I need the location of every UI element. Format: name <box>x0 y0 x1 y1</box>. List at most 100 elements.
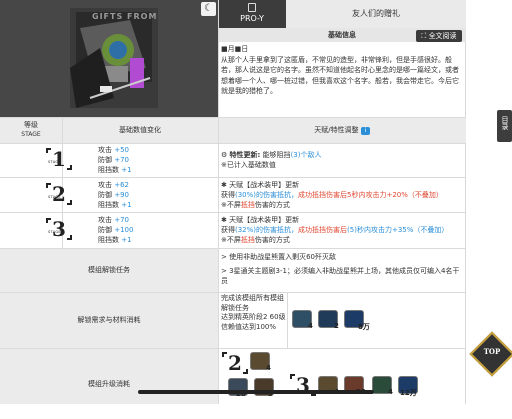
info-icon[interactable]: i <box>360 127 370 135</box>
module-image-panel: GIFTS FROM ☾ <box>0 0 218 117</box>
divider <box>0 143 466 144</box>
stat-label: 阻挡数 <box>98 201 119 209</box>
unlock-task-list: > 使用非助战星熊置入剿灭60歼灭敌 > 3星通关主题剧3-1；必须编入非助战星… <box>221 252 463 286</box>
item-quantity: 8万 <box>358 323 370 331</box>
unlock-task-label: 模组解锁任务 <box>88 266 130 274</box>
stage-3-word: STAGE <box>48 230 61 234</box>
stat-header-label: 基础数值变化 <box>119 126 161 134</box>
stage-header-cn: 等级 <box>24 121 38 129</box>
full-text-label: 全文阅读 <box>428 32 457 40</box>
trait-value: (5)秒内攻击力 <box>347 226 392 234</box>
stat-value: +1 <box>121 236 132 244</box>
requirement-text: 完成该模组所有模组解锁任务 达到精英阶段2 60级 信赖值达到100% <box>221 294 286 331</box>
trait-note-highlight: 抵挡 <box>240 236 255 244</box>
stage-3-trait: ✱ 天赋【战术装甲】更新 获得(32%)的伤害抵抗，成功抵挡伤害后(5)秒内攻击… <box>221 215 448 245</box>
stat-col-header: 基础数值变化 <box>62 117 218 143</box>
requirement-label-cell: 解锁需求与材料消耗 <box>0 293 218 348</box>
trait-title: 天赋【战术装甲】更新 <box>229 216 300 224</box>
trait-highlight: 成功抵挡伤害后 <box>298 226 348 234</box>
trait-text: 获得 <box>221 226 235 234</box>
stat-value: +62 <box>114 181 130 189</box>
stat-label: 防御 <box>98 226 112 234</box>
stage-col-header: 等级 STAGE <box>0 117 62 143</box>
trait-note: ※已计入基础数值 <box>221 161 276 169</box>
stat-value: +1 <box>121 201 132 209</box>
basic-info-label: 基础信息 <box>328 31 356 39</box>
stat-label: 阻挡数 <box>98 166 119 174</box>
moon-icon: ☾ <box>204 3 213 14</box>
tab-pro-y-label: PRO-Y <box>240 14 264 23</box>
stage-1-icon: 1 STAGE <box>46 148 72 172</box>
unlock-task-1: > 使用非助战星熊置入剿灭60歼灭敌 <box>221 253 336 261</box>
trait-value: (30%)的伤害抵抗， <box>235 191 299 199</box>
trait-note-highlight: 抵挡 <box>240 201 255 209</box>
stat-value: +50 <box>114 146 130 154</box>
story-body: 从那个人手里拿到了这匿盾，不常见的造型，非常锋利，但是手感很好。般若，那人说这是… <box>221 55 459 96</box>
trait-title: 天赋【战术装甲】更新 <box>229 181 300 189</box>
stat-label: 攻击 <box>98 181 112 189</box>
stage-1-stats: 攻击 +50 防御 +70 阻挡数 +1 <box>98 145 132 175</box>
art-caption: GIFTS FROM <box>92 12 158 21</box>
star-icon: ✱ <box>221 181 227 189</box>
stat-value: +70 <box>114 156 130 164</box>
trait-text: 获得 <box>221 191 235 199</box>
stage-2-word: STAGE <box>48 195 61 199</box>
item-quantity: 12万 <box>400 389 417 397</box>
stat-value: +70 <box>114 216 130 224</box>
item-quantity: 4 <box>388 388 393 396</box>
divider <box>0 117 466 118</box>
toc-tab[interactable]: 目录 <box>497 110 512 142</box>
star-icon: ✱ <box>221 216 227 224</box>
trait-note: ※不屏 <box>221 201 241 209</box>
wiki-page: GIFTS FROM ☾ PRO-Y 友人们的赠礼 基础信息 ⛶ 全文阅读 ■月… <box>0 0 512 404</box>
trait-text: 能够阻挡 <box>262 151 291 159</box>
trait-title: 特性更新: <box>229 151 261 159</box>
tab-pro-y[interactable]: PRO-Y <box>218 0 286 28</box>
story-date: ■月■日 <box>221 45 249 53</box>
trait-icon: ⚙ <box>221 151 228 159</box>
stage-2-stats: 攻击 +62 防御 +90 阻挡数 +1 <box>98 180 132 210</box>
stat-label: 阻挡数 <box>98 236 119 244</box>
stat-value: +100 <box>114 226 134 234</box>
stage-header-en: STAGE <box>21 131 41 138</box>
upgrade-stage-2-number: 2 <box>228 351 242 375</box>
stat-label: 攻击 <box>98 216 112 224</box>
stage-2-icon: 2 STAGE <box>46 183 72 207</box>
stage-3-stats: 攻击 +70 防御 +100 阻挡数 +1 <box>98 215 133 245</box>
module-artwork <box>70 8 158 108</box>
item-quantity: 4 <box>266 364 271 372</box>
unlock-task-2: > 3星通关主题剧3-1；必须编入非助战星熊并上场，其他成员仅可编入4名干员 <box>221 267 460 285</box>
night-mode-button[interactable]: ☾ <box>201 2 216 16</box>
trait-header-label: 天赋/特性调整 <box>314 126 359 134</box>
stat-value: +90 <box>114 191 130 199</box>
expand-icon: ⛶ <box>421 32 427 40</box>
toc-tab-label: 目录 <box>501 116 509 130</box>
back-to-top-label: TOP <box>483 347 501 356</box>
divider <box>0 212 466 213</box>
item-quantity: 4 <box>308 322 313 330</box>
trait-value: (3)个敌人 <box>290 151 322 159</box>
stage-1-trait: ⚙ 特性更新: 能够阻挡(3)个敌人 ※已计入基础数值 <box>221 150 321 170</box>
upgrade-stage-2-icon: 2 <box>222 352 248 376</box>
trait-col-header: 天赋/特性调整 i <box>218 117 466 143</box>
trait-value: +35%（不叠加） <box>391 226 449 234</box>
stage-2-trait: ✱ 天赋【战术装甲】更新 获得(30%)的伤害抵抗，成功抵挡伤害后5秒内攻击力+… <box>221 180 443 210</box>
trait-note: 伤害的方式 <box>254 236 290 244</box>
stat-label: 防御 <box>98 191 112 199</box>
module-table: GIFTS FROM ☾ PRO-Y 友人们的赠礼 基础信息 ⛶ 全文阅读 ■月… <box>0 0 466 404</box>
full-text-button[interactable]: ⛶ 全文阅读 <box>416 30 462 42</box>
module-title: 友人们的赠礼 <box>352 9 400 18</box>
upgrade-label-cell: 模组升级消耗 <box>0 349 218 404</box>
item-quantity: 2 <box>334 322 339 330</box>
upgrade-stage-3-icon: 3 <box>290 374 316 398</box>
stat-label: 攻击 <box>98 146 112 154</box>
trait-value: (32%)的伤害抵抗， <box>235 226 299 234</box>
stage-3-icon: 3 STAGE <box>46 218 72 242</box>
horizontal-scrollbar[interactable] <box>138 390 374 394</box>
trait-highlight: 成功抵挡伤害后5秒内攻击力+20%（不叠加） <box>298 191 443 199</box>
trait-note: ※不屏 <box>221 236 241 244</box>
stage-1-word: STAGE <box>48 160 61 164</box>
story-text: ■月■日 从那个人手里拿到了这匿盾，不常见的造型，非常锋利，但是手感很好。般若，… <box>221 44 463 97</box>
divider <box>287 293 288 348</box>
unlock-task-label-cell: 模组解锁任务 <box>0 249 218 292</box>
